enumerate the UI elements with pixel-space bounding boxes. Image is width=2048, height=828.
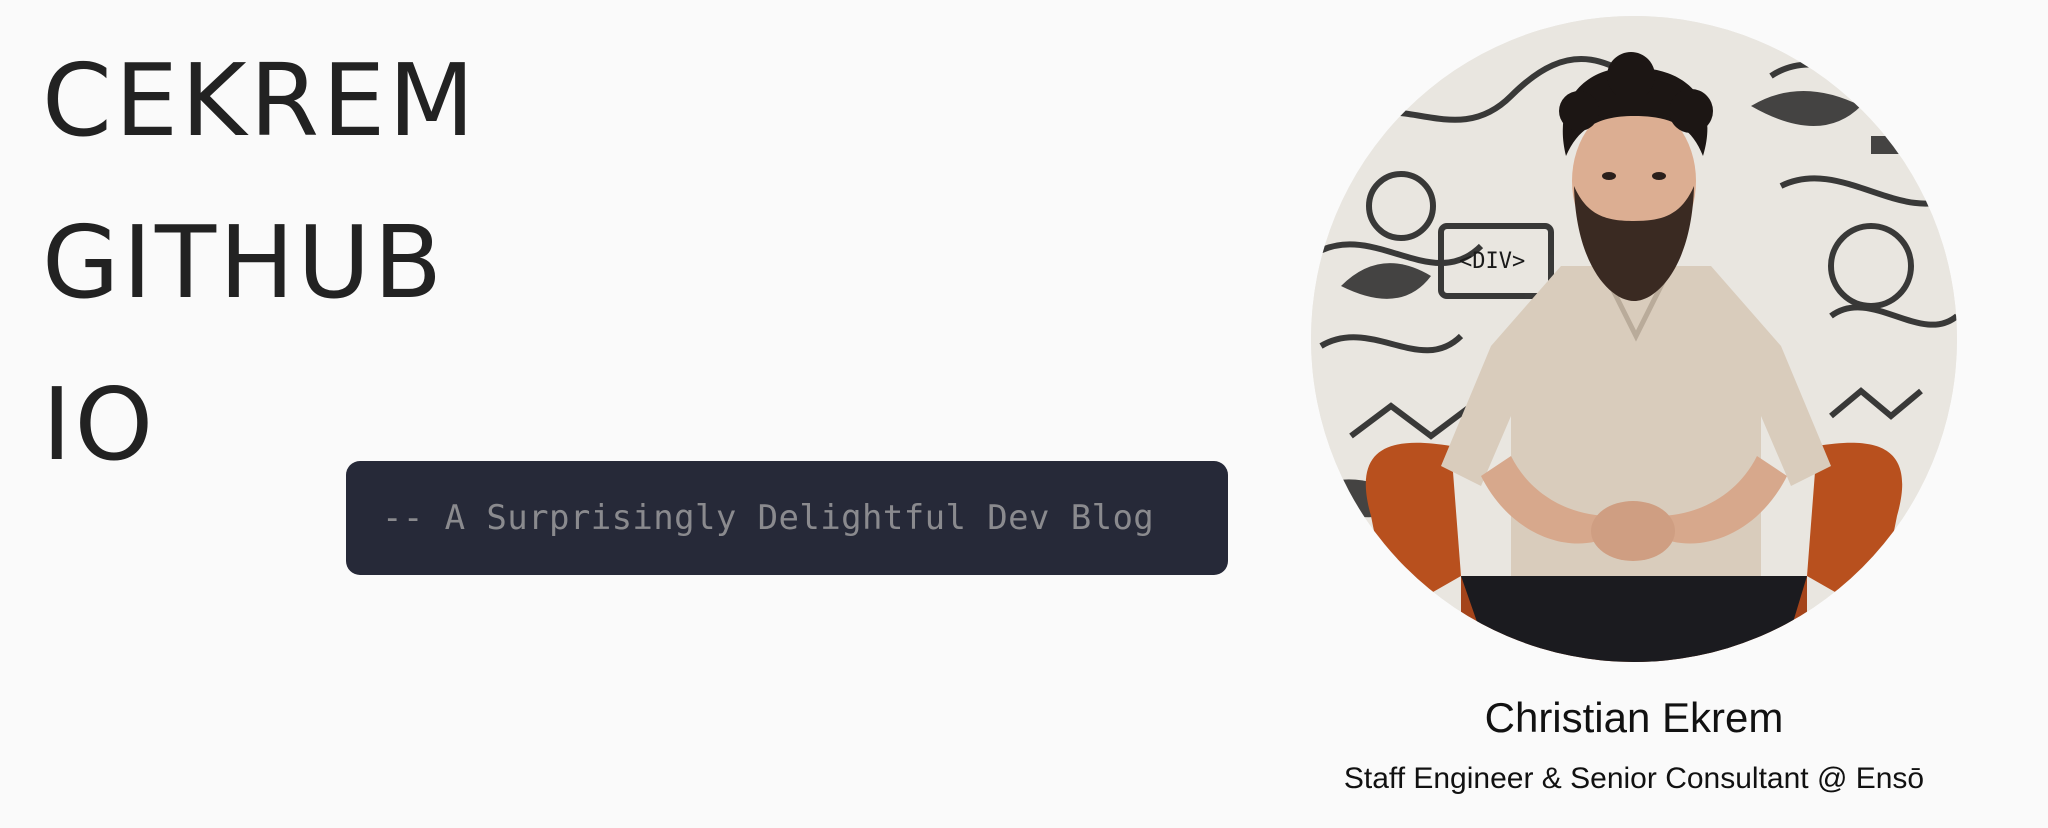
site-title-line: GITHUB <box>42 204 446 321</box>
profile-name: Christian Ekrem <box>1484 694 1784 741</box>
tagline-text: -- A Surprisingly Delightful Dev Blog <box>382 498 1155 538</box>
profile-photo-illustration: <DIV> <box>1311 16 1957 662</box>
site-title[interactable]: CEKREM GITHUB IO <box>42 20 478 506</box>
svg-text:<DIV>: <DIV> <box>1459 249 1525 274</box>
profile-photo: <DIV> <box>1311 16 1957 662</box>
tagline-box: -- A Surprisingly Delightful Dev Blog <box>346 461 1228 575</box>
site-title-line: CEKREM <box>42 42 478 159</box>
profile-role: Staff Engineer & Senior Consultant @ Ens… <box>1343 762 1925 795</box>
